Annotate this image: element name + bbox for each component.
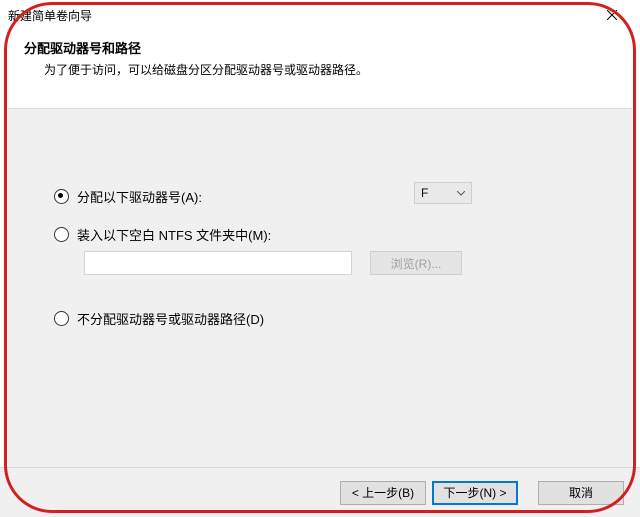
radio-mount-folder[interactable]	[54, 227, 69, 242]
page-description: 为了便于访问，可以给磁盘分区分配驱动器号或驱动器路径。	[24, 61, 616, 78]
content-pane: 分配以下驱动器号(A): F 装入以下空白 NTFS 文件夹中(M): 浏览(R…	[8, 108, 632, 467]
option-assign-letter-row: 分配以下驱动器号(A): F	[54, 185, 604, 207]
radio-assign-letter[interactable]	[54, 189, 69, 204]
option-no-assign[interactable]: 不分配驱动器号或驱动器路径(D)	[54, 307, 604, 329]
cancel-button[interactable]: 取消	[538, 481, 624, 505]
back-button-label: < 上一步(B)	[352, 484, 414, 501]
page-title: 分配驱动器号和路径	[24, 38, 616, 57]
drive-letter-value: F	[421, 186, 457, 200]
option-assign-letter[interactable]: 分配以下驱动器号(A):	[54, 185, 604, 207]
option-mount-folder-row: 装入以下空白 NTFS 文件夹中(M): 浏览(R)...	[54, 223, 604, 245]
next-button[interactable]: 下一步(N) >	[432, 481, 518, 505]
close-icon	[607, 10, 617, 20]
option-mount-folder[interactable]: 装入以下空白 NTFS 文件夹中(M):	[54, 223, 604, 245]
window-title: 新建简单卷向导	[8, 7, 590, 24]
radio-no-assign[interactable]	[54, 311, 69, 326]
wizard-footer: < 上一步(B) 下一步(N) > 取消	[0, 467, 640, 517]
next-button-label: 下一步(N) >	[443, 484, 506, 501]
option-no-assign-label: 不分配驱动器号或驱动器路径(D)	[77, 309, 264, 328]
wizard-header: 分配驱动器号和路径 为了便于访问，可以给磁盘分区分配驱动器号或驱动器路径。	[0, 30, 640, 92]
chevron-down-icon	[457, 189, 465, 197]
browse-button-label: 浏览(R)...	[391, 255, 442, 272]
options-group: 分配以下驱动器号(A): F 装入以下空白 NTFS 文件夹中(M): 浏览(R…	[54, 185, 604, 345]
cancel-button-label: 取消	[569, 484, 593, 501]
wizard-window: 新建简单卷向导 分配驱动器号和路径 为了便于访问，可以给磁盘分区分配驱动器号或驱…	[0, 0, 640, 517]
close-button[interactable]	[590, 0, 634, 30]
option-mount-folder-label: 装入以下空白 NTFS 文件夹中(M):	[77, 225, 271, 244]
titlebar: 新建简单卷向导	[0, 0, 640, 30]
browse-button: 浏览(R)...	[370, 251, 462, 275]
mount-path-input	[84, 251, 352, 275]
option-assign-letter-label: 分配以下驱动器号(A):	[77, 187, 202, 206]
back-button[interactable]: < 上一步(B)	[340, 481, 426, 505]
drive-letter-select[interactable]: F	[414, 182, 472, 204]
